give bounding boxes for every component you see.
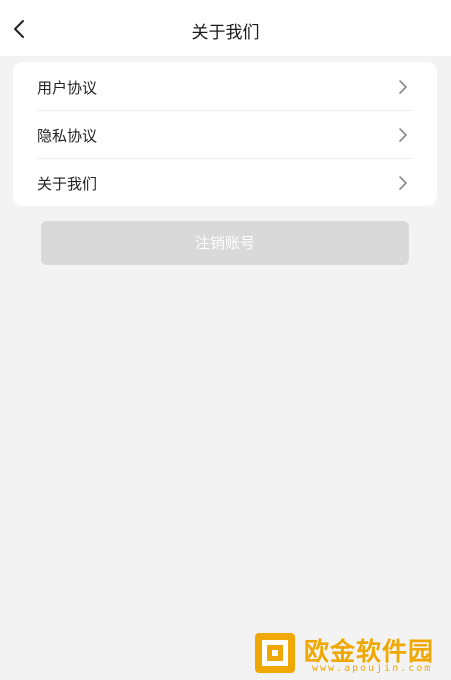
menu-item-user-agreement[interactable]: 用户协议	[13, 62, 437, 110]
chevron-right-icon	[399, 128, 407, 142]
watermark: 欧金软件园 www.apoujin.com	[250, 630, 450, 678]
page-title: 关于我们	[191, 23, 260, 43]
cancel-account-button[interactable]: 注销账号	[41, 221, 409, 265]
watermark-logo-icon	[255, 633, 295, 673]
menu-item-label: 关于我们	[37, 175, 98, 193]
settings-menu-card: 用户协议 隐私协议 关于我们	[13, 62, 437, 206]
header-bar: 关于我们	[0, 0, 451, 56]
menu-item-label: 用户协议	[37, 79, 98, 97]
menu-item-privacy-agreement[interactable]: 隐私协议	[13, 110, 437, 158]
watermark-url: www.apoujin.com	[312, 663, 433, 674]
chevron-right-icon	[399, 80, 407, 94]
chevron-right-icon	[399, 176, 407, 190]
menu-item-label: 隐私协议	[37, 127, 98, 145]
menu-item-about-us[interactable]: 关于我们	[13, 158, 437, 206]
